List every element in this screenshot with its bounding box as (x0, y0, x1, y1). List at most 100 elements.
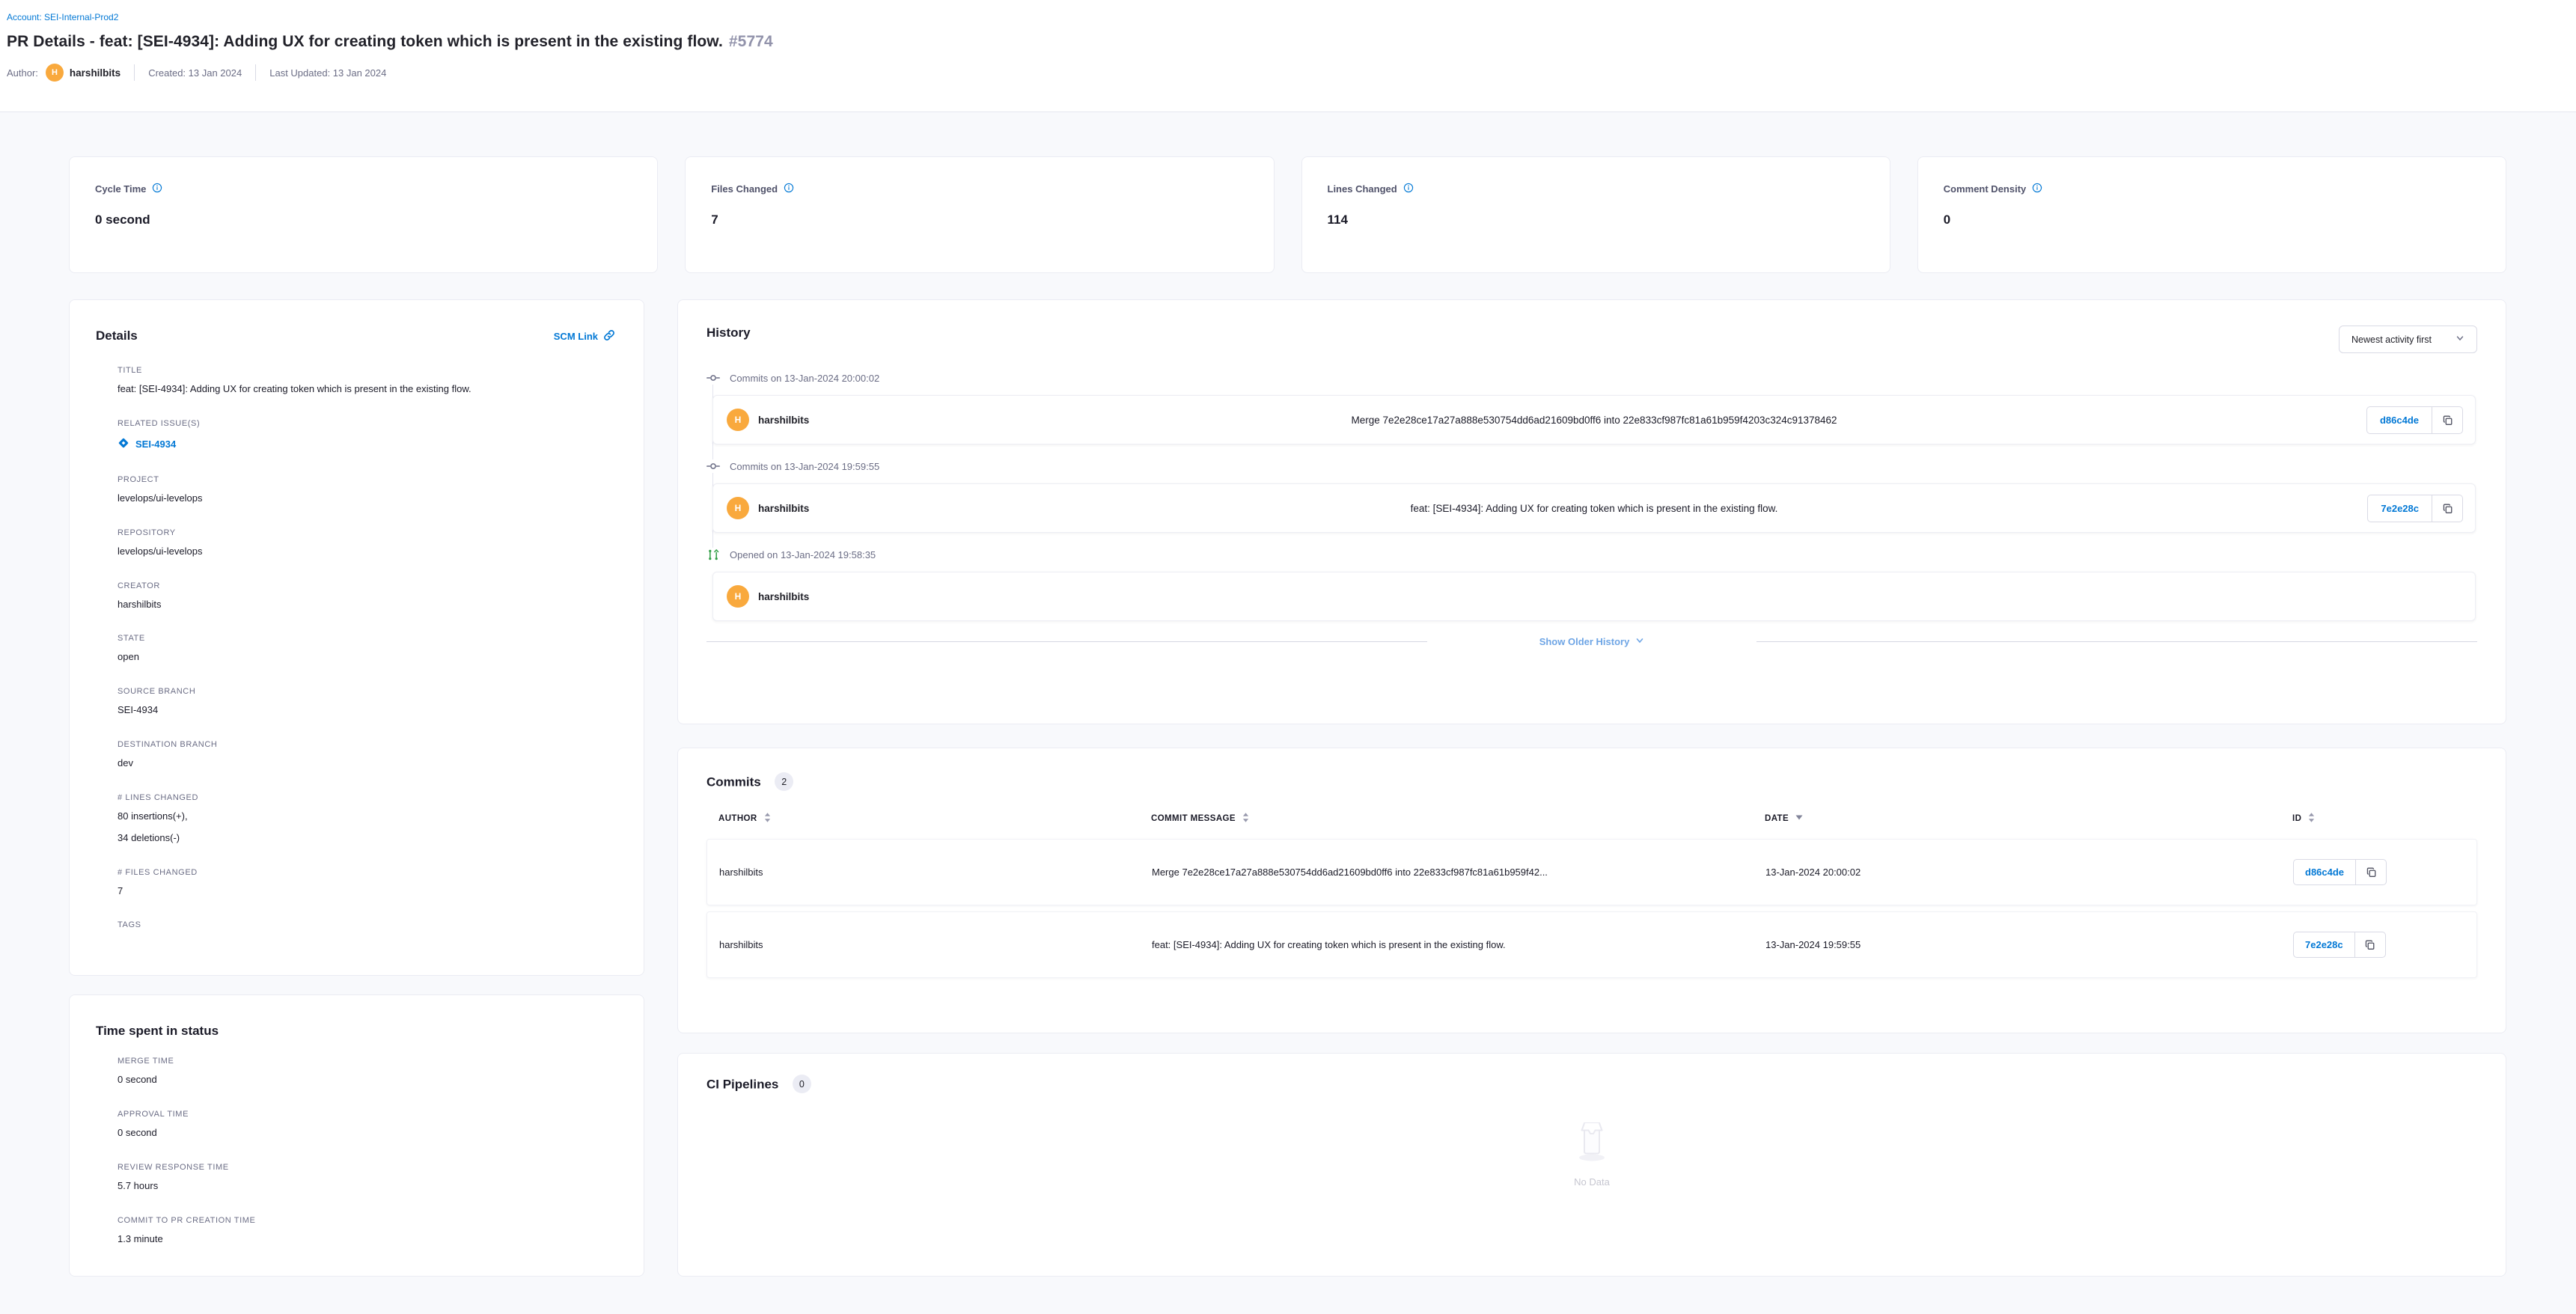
metric-label: Lines Changed (1328, 183, 1397, 195)
link-icon (603, 329, 615, 343)
cell-commit-message: feat: [SEI-4934]: Adding UX for creating… (1152, 939, 1765, 950)
field-label: APPROVAL TIME (117, 1110, 615, 1119)
field-merge-time: MERGE TIME 0 second (117, 1057, 615, 1087)
commit-hash-chip[interactable]: d86c4de (2293, 859, 2356, 885)
field-value: 0 second (117, 1073, 615, 1087)
avatar: H (727, 585, 749, 608)
history-entry: Commits on 13-Jan-2024 20:00:02 H harshi… (706, 371, 2477, 444)
field-value: levelops/ui-levelops (117, 492, 615, 506)
history-commit-card: H harshilbits Merge 7e2e28ce17a27a888e53… (712, 395, 2476, 444)
metric-value: 114 (1328, 213, 1864, 227)
commit-hash-chip[interactable]: d86c4de (2366, 406, 2432, 434)
sort-dropdown-value: Newest activity first (2351, 334, 2432, 345)
column-header-id[interactable]: ID (2292, 812, 2465, 825)
metric-card-comment-density: Comment Density 0 (1917, 156, 2506, 273)
field-label: # FILES CHANGED (117, 868, 615, 877)
field-label: STATE (117, 634, 615, 643)
issue-diamond-icon (117, 437, 129, 451)
column-header-date[interactable]: DATE (1765, 812, 2292, 825)
info-icon[interactable] (152, 183, 162, 195)
scm-link-label: SCM Link (554, 331, 598, 342)
field-label: RELATED ISSUE(S) (117, 419, 615, 428)
field-value: 7 (117, 884, 615, 899)
details-panel: Details SCM Link TITLE feat: [SEI-4934]:… (69, 299, 644, 976)
info-icon[interactable] (1403, 183, 1414, 195)
history-entry: Commits on 13-Jan-2024 19:59:55 H harshi… (706, 459, 2477, 533)
field-state: STATE open (117, 634, 615, 664)
field-value: dev (117, 757, 615, 771)
field-project: PROJECT levelops/ui-levelops (117, 475, 615, 506)
field-value: 80 insertions(+), (117, 810, 615, 824)
time-in-status-panel: Time spent in status MERGE TIME 0 second… (69, 994, 644, 1277)
related-issue-link[interactable]: SEI-4934 (117, 437, 176, 451)
field-commit-to-pr-time: COMMIT TO PR CREATION TIME 1.3 minute (117, 1216, 615, 1247)
sort-icon (764, 812, 771, 825)
column-header-author[interactable]: AUTHOR (718, 812, 1151, 825)
author-row: Author: H harshilbits Created: 13 Jan 20… (7, 64, 2561, 82)
metric-label: Comment Density (1944, 183, 2027, 195)
commit-author: harshilbits (758, 503, 809, 514)
history-entry-label: Commits on 13-Jan-2024 20:00:02 (730, 373, 879, 384)
avatar: H (727, 409, 749, 431)
time-in-status-heading: Time spent in status (96, 1024, 219, 1038)
commit-icon (706, 459, 720, 473)
details-heading: Details (96, 328, 138, 343)
commit-message: feat: [SEI-4934]: Adding UX for creating… (1411, 503, 1778, 514)
last-updated-date: Last Updated: 13 Jan 2024 (269, 67, 386, 79)
commit-table-row[interactable]: harshilbits Merge 7e2e28ce17a27a888e5307… (706, 839, 2477, 905)
field-label: # LINES CHANGED (117, 793, 615, 802)
cell-author: harshilbits (719, 939, 1152, 950)
copy-button[interactable] (2355, 932, 2386, 958)
metric-cards-row: Cycle Time 0 second Files Changed 7 Line… (69, 156, 2506, 273)
field-value: levelops/ui-levelops (117, 545, 615, 559)
chevron-down-icon (1635, 636, 1644, 647)
field-label: SOURCE BRANCH (117, 687, 615, 696)
commit-author: harshilbits (758, 415, 809, 426)
avatar: H (46, 64, 64, 82)
show-older-history-row: Show Older History (706, 636, 2477, 647)
field-label: TAGS (117, 920, 615, 929)
cell-date: 13-Jan-2024 19:59:55 (1765, 939, 2293, 950)
metric-value: 7 (711, 213, 1248, 227)
copy-button[interactable] (2432, 406, 2463, 434)
divider (134, 64, 135, 81)
commit-icon (706, 371, 720, 385)
column-header-commit-message[interactable]: COMMIT MESSAGE (1151, 812, 1765, 825)
account-breadcrumb-link[interactable]: Account: SEI-Internal-Prod2 (7, 12, 118, 22)
history-entry-label: Commits on 13-Jan-2024 19:59:55 (730, 461, 879, 472)
metric-value: 0 (1944, 213, 2480, 227)
sort-icon (2308, 812, 2315, 825)
commit-hash-chip[interactable]: 7e2e28c (2293, 932, 2355, 958)
column-label: ID (2292, 814, 2301, 823)
history-timeline: Commits on 13-Jan-2024 20:00:02 H harshi… (706, 371, 2477, 647)
created-date: Created: 13 Jan 2024 (148, 67, 242, 79)
copy-button[interactable] (2356, 859, 2387, 885)
avatar: H (727, 497, 749, 519)
copy-button[interactable] (2432, 495, 2463, 522)
field-label: PROJECT (117, 475, 615, 484)
commit-table-row[interactable]: harshilbits feat: [SEI-4934]: Adding UX … (706, 911, 2477, 978)
pr-author: harshilbits (758, 591, 809, 602)
field-value: 34 deletions(-) (117, 831, 615, 846)
field-value: open (117, 650, 615, 664)
column-label: AUTHOR (718, 814, 757, 823)
show-older-history-link[interactable]: Show Older History (1539, 636, 1645, 647)
commits-panel: Commits 2 AUTHOR COMMIT MESSAGE DATE (677, 748, 2506, 1033)
page-title: PR Details - feat: [SEI-4934]: Adding UX… (7, 33, 2561, 51)
field-approval-time: APPROVAL TIME 0 second (117, 1110, 615, 1140)
field-value: SEI-4934 (117, 703, 615, 718)
field-value: 1.3 minute (117, 1232, 615, 1247)
field-label: COMMIT TO PR CREATION TIME (117, 1216, 615, 1225)
commit-hash-chip[interactable]: 7e2e28c (2367, 495, 2432, 522)
field-label: MERGE TIME (117, 1057, 615, 1066)
history-panel: History Newest activity first Commits on… (677, 299, 2506, 724)
issue-key: SEI-4934 (135, 438, 176, 450)
pr-number: #5774 (729, 33, 773, 50)
history-heading: History (706, 326, 751, 340)
info-icon[interactable] (2032, 183, 2042, 195)
commits-table-header: AUTHOR COMMIT MESSAGE DATE ID (706, 812, 2477, 825)
ci-pipelines-count-badge: 0 (793, 1075, 811, 1093)
scm-link[interactable]: SCM Link (554, 329, 615, 343)
history-sort-dropdown[interactable]: Newest activity first (2339, 326, 2477, 353)
info-icon[interactable] (784, 183, 794, 195)
